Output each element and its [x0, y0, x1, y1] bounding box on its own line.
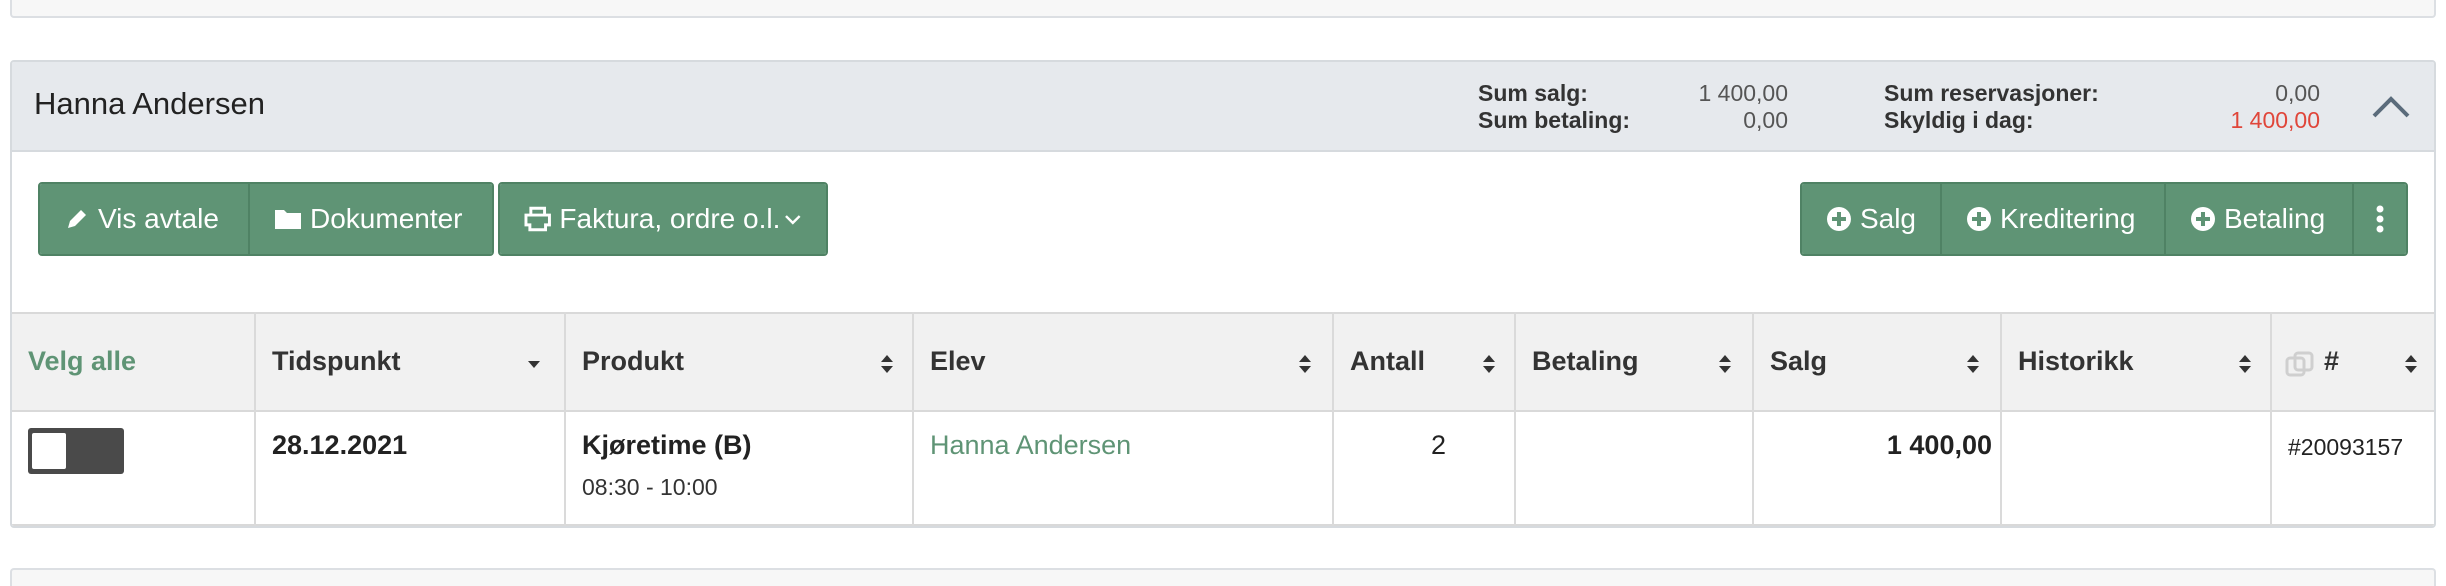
column-header-sale[interactable]: Salg — [1770, 346, 1827, 377]
column-divider — [254, 312, 256, 526]
row-student-link[interactable]: Hanna Andersen — [930, 430, 1131, 461]
select-all-link[interactable]: Velg alle — [28, 346, 136, 377]
table-header: Velg alle Tidspunkt Produkt Elev Antall … — [12, 312, 2434, 412]
plus-circle-icon — [1967, 207, 1991, 231]
payment-label: Betaling — [2224, 203, 2326, 234]
row-date: 28.12.2021 — [272, 430, 408, 460]
column-divider — [564, 312, 566, 526]
row-select-toggle[interactable] — [28, 428, 124, 474]
owed-today-value: 1 400,00 — [2230, 107, 2320, 133]
column-divider — [2270, 312, 2272, 526]
documents-label: Dokumenter — [310, 203, 463, 234]
sort-icon[interactable] — [2404, 354, 2418, 374]
table-row[interactable]: 28.12.2021 Kjøretime (B) 08:30 - 10:00 H… — [12, 412, 2434, 526]
column-header-quantity[interactable]: Antall — [1350, 346, 1425, 377]
row-sale: 1 400,00 — [1886, 430, 1992, 460]
sale-label: Salg — [1859, 203, 1916, 234]
column-header-product[interactable]: Produkt — [582, 346, 684, 377]
column-divider — [1752, 312, 1754, 526]
chevron-down-icon — [785, 215, 801, 225]
invoice-button-group: Faktura, ordre o.l. — [498, 182, 828, 256]
previous-card — [10, 0, 2436, 18]
row-number: #20093157 — [2288, 434, 2404, 460]
right-button-group: Salg Kreditering Betaling — [1800, 182, 2408, 256]
show-agreement-button[interactable]: Vis avtale — [40, 184, 250, 254]
sale-button[interactable]: Salg — [1802, 184, 1942, 254]
row-quantity: 2 — [1430, 430, 1446, 460]
invoice-dropdown-button[interactable]: Faktura, ordre o.l. — [500, 184, 826, 254]
column-header-time[interactable]: Tidspunkt — [272, 346, 401, 377]
payment-button[interactable]: Betaling — [2166, 184, 2354, 254]
toggle-knob — [32, 433, 66, 469]
sort-icon[interactable] — [1298, 354, 1312, 374]
show-agreement-label: Vis avtale — [98, 203, 219, 234]
vertical-ellipsis-icon — [2376, 205, 2384, 233]
next-card — [10, 568, 2436, 586]
sum-reservations-value: 0,00 — [2275, 80, 2320, 106]
sum-payment-value: 0,00 — [1743, 107, 1788, 133]
row-product: Kjøretime (B) — [582, 430, 752, 460]
column-header-student[interactable]: Elev — [930, 346, 986, 377]
credit-button[interactable]: Kreditering — [1942, 184, 2166, 254]
row-time: 08:30 - 10:00 — [582, 474, 718, 500]
sum-sales-label: Sum salg: — [1478, 80, 1588, 106]
sum-reservations-label: Sum reservasjoner: — [1884, 80, 2099, 106]
sum-payment-label: Sum betaling: — [1478, 107, 1631, 133]
folder-icon — [275, 210, 301, 229]
sort-icon[interactable] — [880, 354, 894, 374]
sort-icon[interactable] — [1482, 354, 1496, 374]
printer-icon — [524, 206, 551, 232]
plus-circle-icon — [1826, 207, 1851, 231]
column-divider — [2000, 312, 2002, 526]
column-divider — [1514, 312, 1516, 526]
column-header-payment[interactable]: Betaling — [1532, 346, 1639, 377]
copy-icon — [2285, 351, 2314, 377]
more-options-button[interactable] — [2354, 184, 2406, 254]
customer-card: Hanna Andersen Sum salg: 1 400,00 Sum be… — [10, 60, 2436, 528]
plus-circle-icon — [2191, 207, 2215, 231]
sort-icon[interactable] — [1718, 354, 1732, 374]
column-header-number[interactable]: # — [2324, 346, 2339, 377]
documents-button[interactable]: Dokumenter — [250, 184, 492, 254]
column-header-history[interactable]: Historikk — [2018, 346, 2134, 377]
credit-label: Kreditering — [2000, 203, 2136, 234]
left-button-group: Vis avtale Dokumenter — [38, 182, 494, 256]
collapse-chevron-up-icon[interactable] — [2368, 88, 2414, 124]
column-divider — [912, 312, 914, 526]
sort-icon[interactable] — [1966, 354, 1980, 374]
owed-today-label: Skyldig i dag: — [1884, 107, 2034, 133]
customer-name: Hanna Andersen — [34, 86, 265, 121]
column-divider — [1332, 312, 1334, 526]
invoice-label: Faktura, ordre o.l. — [559, 203, 781, 234]
sum-sales-value: 1 400,00 — [1698, 80, 1788, 106]
card-header: Hanna Andersen Sum salg: 1 400,00 Sum be… — [12, 62, 2434, 152]
pencil-icon — [68, 210, 86, 228]
sort-desc-icon[interactable] — [526, 358, 542, 370]
sort-icon[interactable] — [2238, 354, 2252, 374]
